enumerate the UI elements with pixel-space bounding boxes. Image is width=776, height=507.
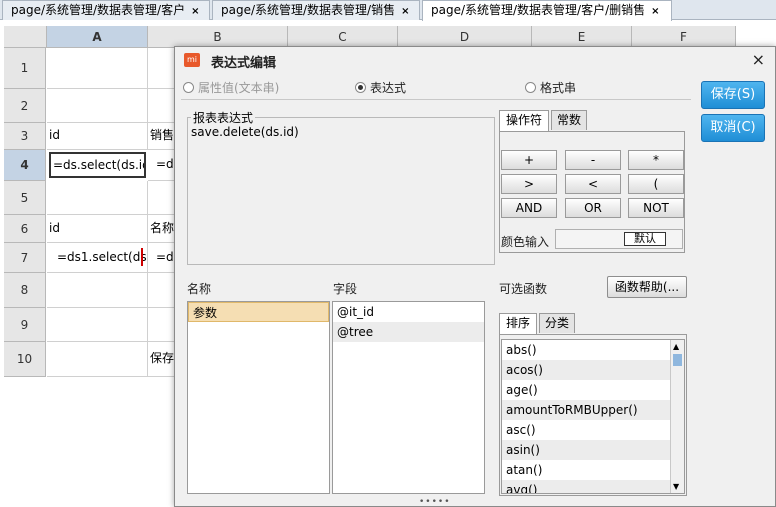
radio-property-value[interactable]: 属性值(文本串) — [183, 79, 279, 96]
row-header-4[interactable]: 4 — [4, 150, 46, 181]
column-header-b[interactable]: B — [148, 26, 288, 48]
tab-sort[interactable]: 排序 — [499, 313, 537, 334]
row-header-6[interactable]: 6 — [4, 215, 46, 243]
list-item[interactable]: amountToRMBUpper() — [502, 400, 684, 420]
dialog-titlebar[interactable]: mi 表达式编辑 × — [175, 47, 775, 73]
expression-textarea[interactable]: save.delete(ds.id) — [191, 125, 491, 261]
cell-a10[interactable] — [47, 342, 148, 377]
cell-a5[interactable] — [47, 181, 148, 215]
radio-dot-icon — [355, 82, 366, 93]
scrollbar[interactable]: ▲ ▼ — [670, 340, 684, 493]
tab-operators[interactable]: 操作符 — [499, 110, 549, 131]
name-list[interactable]: 参数 — [187, 301, 330, 494]
tab-delete-sales[interactable]: page/系统管理/数据表管理/客户/删销售 × — [422, 0, 672, 21]
dialog-title: 表达式编辑 — [211, 56, 277, 71]
text-cursor — [141, 248, 143, 266]
list-item[interactable]: atan() — [502, 460, 684, 480]
radio-expression[interactable]: 表达式 — [355, 79, 406, 96]
close-icon[interactable]: × — [401, 6, 409, 17]
row-header-10[interactable]: 10 — [4, 342, 46, 377]
close-icon[interactable]: × — [752, 50, 765, 69]
app-icon: mi — [184, 53, 200, 67]
radio-format-string[interactable]: 格式串 — [525, 79, 576, 96]
column-header-e[interactable]: E — [532, 26, 632, 48]
radio-label: 属性值(文本串) — [198, 81, 280, 95]
color-default-value: 默认 — [624, 232, 666, 246]
tab-label: page/系统管理/数据表管理/客户/删销售 — [431, 3, 646, 17]
radio-label: 表达式 — [370, 81, 407, 95]
operator-paren-button[interactable]: ( — [628, 174, 684, 194]
divider — [181, 99, 691, 100]
list-item[interactable]: @tree — [333, 322, 484, 342]
field-list[interactable]: @it_id @tree — [332, 301, 485, 494]
close-icon[interactable]: × — [191, 6, 199, 17]
tab-customer[interactable]: page/系统管理/数据表管理/客户 × — [2, 0, 210, 20]
tab-sales[interactable]: page/系统管理/数据表管理/销售 × — [212, 0, 420, 20]
cell-a9[interactable] — [47, 308, 148, 342]
row-header-2[interactable]: 2 — [4, 89, 46, 123]
row-header-9[interactable]: 9 — [4, 308, 46, 342]
scrollbar-thumb[interactable] — [673, 354, 682, 366]
list-item[interactable]: avg() — [502, 480, 684, 493]
chevron-up-icon[interactable]: ▲ — [673, 342, 679, 351]
operator-greater-button[interactable]: > — [501, 174, 557, 194]
cell-a8[interactable] — [47, 273, 148, 308]
cell-a6[interactable]: id — [47, 215, 148, 243]
operator-and-button[interactable]: AND — [501, 198, 557, 218]
radio-dot-icon — [183, 82, 194, 93]
list-item[interactable]: acos() — [502, 360, 684, 380]
row-header-5[interactable]: 5 — [4, 181, 46, 215]
cell-a7[interactable]: =ds1.select(ds — [47, 243, 148, 273]
cell-a1[interactable] — [47, 48, 148, 89]
list-item[interactable]: asc() — [502, 420, 684, 440]
functions-header: 可选函数 — [499, 282, 548, 296]
field-header: 字段 — [333, 282, 358, 296]
column-header-d[interactable]: D — [398, 26, 532, 48]
operator-not-button[interactable]: NOT — [628, 198, 684, 218]
list-item[interactable]: @it_id — [333, 302, 484, 322]
radio-dot-icon — [525, 82, 536, 93]
row-header-8[interactable]: 8 — [4, 273, 46, 308]
cell-a3[interactable]: id — [47, 123, 148, 150]
operator-plus-button[interactable]: + — [501, 150, 557, 170]
cell-a4[interactable]: =ds.select(ds.id) — [49, 152, 146, 178]
radio-label: 格式串 — [540, 81, 577, 95]
chevron-down-icon[interactable]: ▼ — [673, 482, 679, 491]
column-header-c[interactable]: C — [288, 26, 398, 48]
function-list[interactable]: abs() acos() age() amountToRMBUpper() as… — [501, 339, 685, 494]
column-header-f[interactable]: F — [632, 26, 736, 48]
function-help-button[interactable]: 函数帮助(... — [607, 276, 687, 298]
save-button[interactable]: 保存(S) — [701, 81, 765, 109]
tab-label: page/系统管理/数据表管理/销售 — [221, 3, 396, 17]
list-item[interactable]: asin() — [502, 440, 684, 460]
operator-minus-button[interactable]: - — [565, 150, 621, 170]
cancel-button[interactable]: 取消(C) — [701, 114, 765, 142]
row-header-7[interactable]: 7 — [4, 243, 46, 273]
color-input-field[interactable]: 默认 — [555, 229, 683, 249]
operator-less-button[interactable]: < — [565, 174, 621, 194]
row-header-3[interactable]: 3 — [4, 123, 46, 150]
close-icon[interactable]: × — [651, 6, 659, 17]
operator-multiply-button[interactable]: * — [628, 150, 684, 170]
column-header-a[interactable]: A — [47, 26, 148, 48]
resize-grip-icon[interactable]: ••••• — [419, 497, 451, 507]
tab-constants[interactable]: 常数 — [551, 110, 587, 130]
list-item[interactable]: abs() — [502, 340, 684, 360]
expression-legend: 报表表达式 — [191, 109, 256, 126]
cell-a2[interactable] — [47, 89, 148, 123]
corner-cell[interactable] — [4, 26, 47, 48]
tab-bar: page/系统管理/数据表管理/客户 × page/系统管理/数据表管理/销售 × … — [0, 0, 776, 21]
tab-category[interactable]: 分类 — [539, 313, 575, 333]
list-item[interactable]: age() — [502, 380, 684, 400]
expression-editor-dialog: mi 表达式编辑 × 属性值(文本串) 表达式 格式串 报表表达式 save.d… — [174, 46, 776, 507]
color-input-label: 颜色输入 — [501, 235, 550, 249]
list-item[interactable]: 参数 — [188, 302, 329, 322]
tab-label: page/系统管理/数据表管理/客户 — [11, 3, 186, 17]
name-header: 名称 — [187, 282, 212, 296]
operator-or-button[interactable]: OR — [565, 198, 621, 218]
row-header-1[interactable]: 1 — [4, 48, 46, 89]
